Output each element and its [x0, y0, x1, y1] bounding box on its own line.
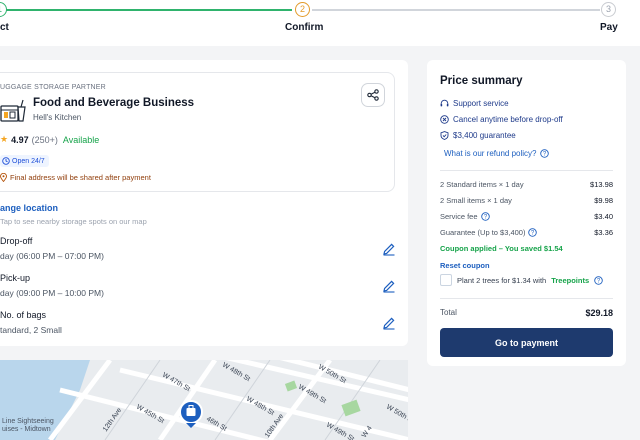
headset-icon — [440, 99, 449, 107]
street-label: W 48th St — [221, 362, 251, 383]
clock-icon — [2, 157, 10, 165]
summary-divider — [440, 170, 613, 171]
line-item-label: 2 Small items × 1 day — [440, 196, 512, 205]
line-item-value: $9.98 — [594, 196, 613, 205]
step-pay-circle: 3 — [601, 2, 616, 17]
line-item-service-fee: Service fee ? $3.40 — [440, 212, 613, 221]
pencil-icon — [383, 317, 395, 330]
business-location: Hell's Kitchen — [33, 113, 82, 122]
total-value: $29.18 — [585, 308, 613, 318]
pickup-value: day (09:00 PM – 10:00 PM) — [0, 288, 104, 298]
help-icon[interactable]: ? — [480, 212, 490, 221]
street-label: W 50th St — [385, 404, 408, 425]
help-icon[interactable]: ? — [594, 275, 603, 285]
plant-trees-option[interactable]: Plant 2 trees for $1.34 with Treepoints … — [440, 274, 603, 286]
total-label: Total — [440, 308, 457, 317]
star-icon: ★ — [0, 134, 9, 144]
line-item-small: 2 Small items × 1 day $9.98 — [440, 196, 613, 205]
line-item-label: Service fee — [440, 212, 478, 221]
step-select-circle[interactable]: 1 — [0, 2, 7, 17]
cancel-circle-icon — [440, 115, 449, 124]
refund-policy-text[interactable]: What is our refund policy? — [444, 149, 537, 158]
poi-label: uises - Midtown — [2, 426, 51, 433]
feature-guarantee: $3,400 guarantee — [440, 131, 516, 140]
step-confirm-label: Confirm — [285, 22, 324, 33]
line-item-label: 2 Standard items × 1 day — [440, 180, 524, 189]
go-to-payment-button[interactable]: Go to payment — [440, 328, 613, 357]
line-item-label: Guarantee (Up to $3,400) — [440, 228, 526, 237]
help-icon[interactable]: ? — [528, 228, 538, 237]
feature-cancel-text: Cancel anytime before drop-off — [453, 115, 563, 124]
pencil-icon — [383, 243, 395, 256]
pencil-icon — [383, 280, 395, 293]
bags-value: tandard, 2 Small — [0, 325, 62, 335]
review-count[interactable]: (250+) — [32, 135, 58, 145]
booking-details-panel: UGGAGE STORAGE PARTNER Food and Beverage… — [0, 60, 408, 346]
share-button[interactable] — [361, 83, 385, 107]
address-note-text: Final address will be shared after payme… — [10, 173, 151, 182]
change-location-link[interactable]: ange location — [0, 203, 58, 213]
dropoff-title: Drop-off — [0, 236, 33, 246]
step-confirm-circle: 2 — [295, 2, 310, 17]
partner-card: UGGAGE STORAGE PARTNER Food and Beverage… — [0, 72, 395, 192]
line-item-value: $3.36 — [594, 228, 613, 237]
stepper-progress-done — [0, 9, 292, 11]
rating-value: 4.97 — [11, 134, 29, 145]
plant-trees-text: Plant 2 trees for $1.34 with — [457, 275, 547, 285]
park — [284, 380, 298, 392]
stepper-progress-todo — [312, 9, 600, 11]
coupon-applied-text: Coupon applied – You saved $1.54 — [440, 244, 563, 253]
dropoff-value: day (06:00 PM – 07:00 PM) — [0, 251, 104, 261]
guarantee-label-group: Guarantee (Up to $3,400) ? — [440, 228, 538, 237]
location-map[interactable]: W 47th St W 48th St W 50th St W 49th St … — [0, 360, 408, 440]
business-name: Food and Beverage Business — [33, 97, 195, 109]
feature-support-text: Support service — [453, 99, 509, 108]
park — [341, 399, 361, 417]
shield-check-icon — [440, 131, 449, 140]
summary-divider — [440, 298, 613, 299]
address-note: Final address will be shared after payme… — [0, 173, 151, 182]
reset-coupon-link[interactable]: Reset coupon — [440, 261, 490, 270]
open-hours-badge: Open 24/7 — [0, 155, 49, 167]
treepoints-brand: Treepoints — [551, 275, 590, 285]
help-icon[interactable]: ? — [539, 149, 549, 158]
partner-tag: UGGAGE STORAGE PARTNER — [0, 84, 106, 91]
edit-dropoff-button[interactable] — [382, 242, 396, 256]
step-select-label[interactable]: ct — [0, 22, 9, 33]
availability-status: Available — [62, 134, 100, 145]
price-summary-panel: Price summary Support service Cancel any… — [427, 60, 626, 366]
plant-trees-checkbox[interactable] — [440, 274, 452, 286]
edit-pickup-button[interactable] — [382, 279, 396, 293]
business-logo-icon — [0, 97, 26, 123]
line-item-value: $3.40 — [594, 212, 613, 221]
line-item-guarantee: Guarantee (Up to $3,400) ? $3.36 — [440, 228, 613, 237]
step-pay-label: Pay — [600, 22, 618, 33]
location-pin-icon — [0, 173, 7, 182]
bags-title: No. of bags — [0, 310, 47, 320]
line-item-standard: 2 Standard items × 1 day $13.98 — [440, 180, 613, 189]
checkout-stepper: 1 2 3 ct Confirm Pay — [0, 0, 640, 46]
price-summary-title: Price summary — [440, 75, 523, 87]
edit-bags-button[interactable] — [382, 316, 396, 330]
poi-label: Line Sightseeing — [2, 418, 54, 425]
feature-support: Support service — [440, 99, 509, 108]
total-row: Total $29.18 — [440, 308, 613, 318]
line-item-value: $13.98 — [590, 180, 613, 189]
pickup-title: Pick-up — [0, 273, 31, 283]
change-location-hint: Tap to see nearby storage spots on our m… — [0, 217, 147, 226]
service-fee-label-group: Service fee ? — [440, 212, 490, 221]
rating-row: ★ 4.97 (250+) Available — [0, 134, 99, 145]
feature-guarantee-text: $3,400 guarantee — [453, 131, 516, 140]
refund-policy-link[interactable]: What is our refund policy? ? — [444, 149, 549, 158]
share-icon — [367, 89, 379, 101]
open-hours-text: Open 24/7 — [12, 157, 45, 165]
feature-cancel: Cancel anytime before drop-off — [440, 115, 563, 124]
